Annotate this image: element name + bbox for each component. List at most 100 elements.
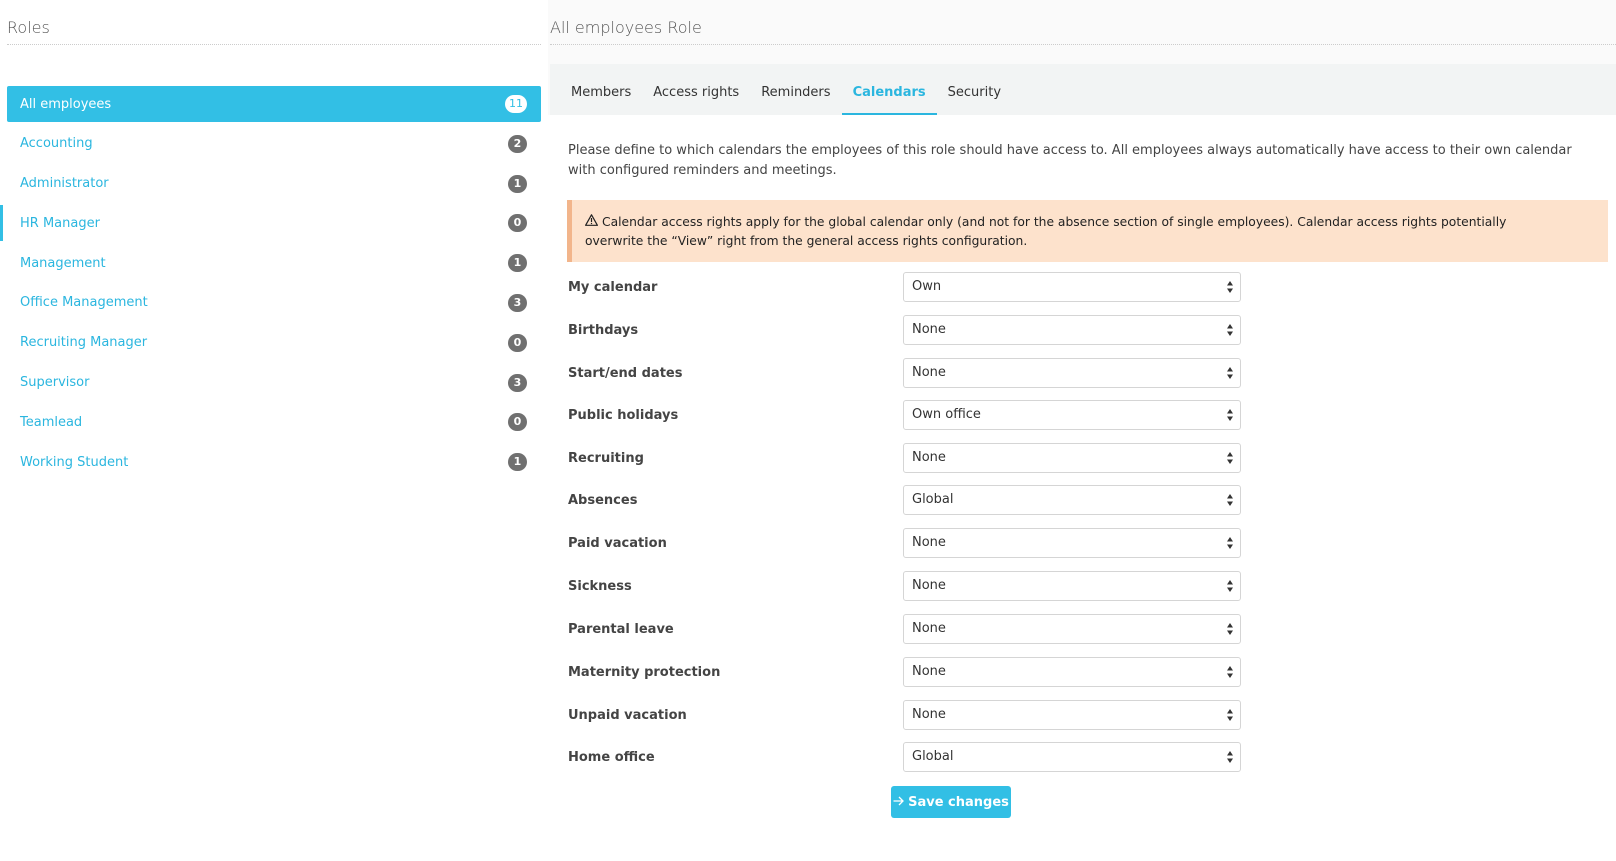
role-label: Teamlead: [20, 414, 83, 430]
role-count-badge: 11: [505, 95, 527, 113]
select-arrows-icon: [1227, 751, 1233, 763]
field-label: Public holidays: [568, 408, 679, 423]
field-label: Start/end dates: [568, 366, 683, 381]
tab-security[interactable]: Security: [937, 84, 1012, 115]
start-end-dates-select[interactable]: None: [903, 358, 1241, 388]
field-home-office: Home office Global: [568, 742, 1248, 774]
tab-reminders[interactable]: Reminders: [750, 84, 841, 115]
paid-vacation-select[interactable]: None: [903, 528, 1241, 558]
field-public-holidays: Public holidays Own office: [568, 400, 1248, 432]
select-arrows-icon: [1227, 709, 1233, 721]
divider: [550, 44, 1616, 45]
role-item-office-management[interactable]: Office Management 3: [7, 285, 541, 321]
tab-bar: Members Access rights Reminders Calendar…: [550, 64, 1616, 115]
parental-leave-select[interactable]: None: [903, 614, 1241, 644]
select-arrows-icon: [1227, 409, 1233, 421]
field-recruiting: Recruiting None: [568, 443, 1248, 475]
role-label: Accounting: [20, 136, 93, 152]
role-label: Administrator: [20, 176, 109, 192]
field-label: Birthdays: [568, 323, 639, 338]
recruiting-select[interactable]: None: [903, 443, 1241, 473]
arrow-right-icon: [893, 795, 905, 810]
role-label: Working Student: [20, 454, 129, 470]
warning-alert: Calendar access rights apply for the glo…: [567, 200, 1608, 262]
select-value: None: [912, 322, 946, 337]
role-count-badge: 1: [508, 174, 527, 193]
role-item-administrator[interactable]: Administrator 1: [7, 166, 541, 202]
select-value: None: [912, 621, 946, 636]
tab-calendars[interactable]: Calendars: [841, 84, 937, 115]
role-item-working-student[interactable]: Working Student 1: [7, 444, 541, 480]
roles-list: All employees 11 Accounting 2 Administra…: [0, 86, 541, 484]
select-value: None: [912, 707, 946, 722]
role-detail: All employees Role Members Access rights…: [548, 0, 1616, 861]
public-holidays-select[interactable]: Own office: [903, 400, 1241, 430]
select-arrows-icon: [1227, 452, 1233, 464]
role-item-teamlead[interactable]: Teamlead 0: [7, 404, 541, 440]
page-title: All employees Role: [550, 18, 702, 37]
select-value: Global: [912, 749, 954, 764]
select-arrows-icon: [1227, 324, 1233, 336]
role-count-badge: 0: [508, 214, 527, 233]
select-arrows-icon: [1227, 367, 1233, 379]
role-count-badge: 0: [508, 333, 527, 352]
my-calendar-select[interactable]: Own: [903, 272, 1241, 302]
role-item-all-employees[interactable]: All employees 11: [7, 86, 541, 122]
select-value: None: [912, 365, 946, 380]
save-changes-button[interactable]: Save changes: [891, 786, 1011, 818]
field-paid-vacation: Paid vacation None: [568, 528, 1248, 560]
warning-triangle-icon: [585, 214, 598, 232]
divider: [7, 44, 541, 45]
select-arrows-icon: [1227, 494, 1233, 506]
role-label: Supervisor: [20, 375, 90, 391]
intro-text: Please define to which calendars the emp…: [568, 143, 1572, 178]
field-start-end-dates: Start/end dates None: [568, 358, 1248, 390]
role-label: Recruiting Manager: [20, 335, 148, 351]
birthdays-select[interactable]: None: [903, 315, 1241, 345]
tab-members[interactable]: Members: [560, 84, 642, 115]
alert-text: Calendar access rights apply for the glo…: [585, 215, 1507, 248]
role-label: HR Manager: [20, 215, 100, 231]
select-arrows-icon: [1227, 281, 1233, 293]
select-value: None: [912, 664, 946, 679]
role-label: Office Management: [20, 295, 148, 311]
roles-panel: Roles All employees 11 Accounting 2 Admi…: [0, 0, 548, 861]
role-item-accounting[interactable]: Accounting 2: [7, 126, 541, 162]
home-office-select[interactable]: Global: [903, 742, 1241, 772]
role-count-badge: 2: [508, 134, 527, 153]
tab-access-rights[interactable]: Access rights: [642, 84, 750, 115]
select-arrows-icon: [1227, 580, 1233, 592]
field-label: Paid vacation: [568, 536, 667, 551]
role-item-supervisor[interactable]: Supervisor 3: [7, 365, 541, 401]
role-count-badge: 0: [508, 413, 527, 432]
field-label: Sickness: [568, 579, 632, 594]
select-arrows-icon: [1227, 666, 1233, 678]
field-label: Recruiting: [568, 451, 644, 466]
field-label: Unpaid vacation: [568, 708, 687, 723]
role-item-recruiting-manager[interactable]: Recruiting Manager 0: [7, 325, 541, 361]
field-birthdays: Birthdays None: [568, 315, 1248, 347]
field-parental-leave: Parental leave None: [568, 614, 1248, 646]
role-label: All employees: [20, 96, 112, 112]
sickness-select[interactable]: None: [903, 571, 1241, 601]
select-value: Own: [912, 279, 942, 294]
absences-select[interactable]: Global: [903, 485, 1241, 515]
maternity-protection-select[interactable]: None: [903, 657, 1241, 687]
role-count-badge: 1: [508, 254, 527, 273]
select-value: None: [912, 535, 946, 550]
field-label: Maternity protection: [568, 665, 721, 680]
field-unpaid-vacation: Unpaid vacation None: [568, 700, 1248, 732]
select-value: None: [912, 578, 946, 593]
field-my-calendar: My calendar Own: [568, 272, 1248, 304]
select-value: None: [912, 450, 946, 465]
role-item-management[interactable]: Management 1: [7, 245, 541, 281]
role-item-hr-manager[interactable]: HR Manager 0: [0, 205, 541, 242]
select-arrows-icon: [1227, 623, 1233, 635]
roles-title: Roles: [7, 18, 50, 37]
field-maternity-protection: Maternity protection None: [568, 657, 1248, 689]
field-label: Home office: [568, 750, 655, 765]
select-value: Global: [912, 492, 954, 507]
field-absences: Absences Global: [568, 485, 1248, 517]
unpaid-vacation-select[interactable]: None: [903, 700, 1241, 730]
field-label: My calendar: [568, 280, 658, 295]
